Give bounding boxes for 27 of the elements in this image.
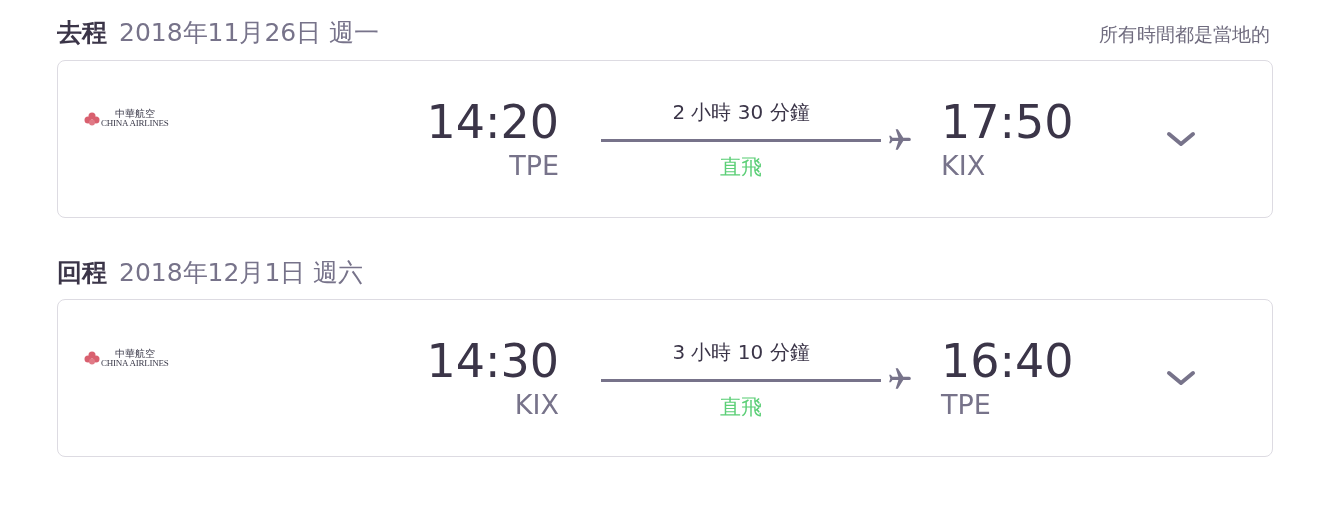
chevron-icon [1166, 369, 1196, 387]
airplane-icon [887, 126, 913, 153]
plum-blossom-icon [84, 111, 100, 126]
flight-duration: 2 小時 30 分鐘 [672, 99, 810, 126]
chevron-icon [1166, 129, 1196, 148]
airline-chinese-name: 中華航空 [114, 109, 155, 119]
arrival-time: 16:40 [941, 334, 1074, 388]
airline-name: CHINA AIRLINES [101, 119, 169, 128]
leg-label: 去程 [57, 17, 107, 49]
leg-date: 2018年12月1日 週六 [119, 256, 364, 289]
nonstop-label: 直飛 [720, 393, 762, 420]
arrival-airport: KIX [941, 148, 986, 183]
airplane-icon [887, 366, 913, 392]
timezone-note: 所有時間都是當地的 [1099, 22, 1270, 47]
departure-airport: TPE [509, 148, 559, 183]
departure-time: 14:20 [426, 94, 559, 149]
departure-time: 14:30 [426, 334, 559, 388]
arrival-time: 17:50 [941, 94, 1074, 149]
nonstop-label: 直飛 [720, 154, 762, 180]
airline-chinese-name: 中華航空 [114, 348, 155, 359]
plum-blossom-icon [84, 351, 100, 365]
leg-date: 2018年11月26日 週一 [119, 17, 380, 49]
arrival-airport: TPE [941, 388, 991, 422]
airline-name: CHINA AIRLINES [101, 358, 169, 368]
leg-label: 回程 [57, 256, 107, 289]
departure-airport: KIX [514, 388, 559, 422]
flight-duration: 3 小時 10 分鐘 [672, 338, 810, 366]
